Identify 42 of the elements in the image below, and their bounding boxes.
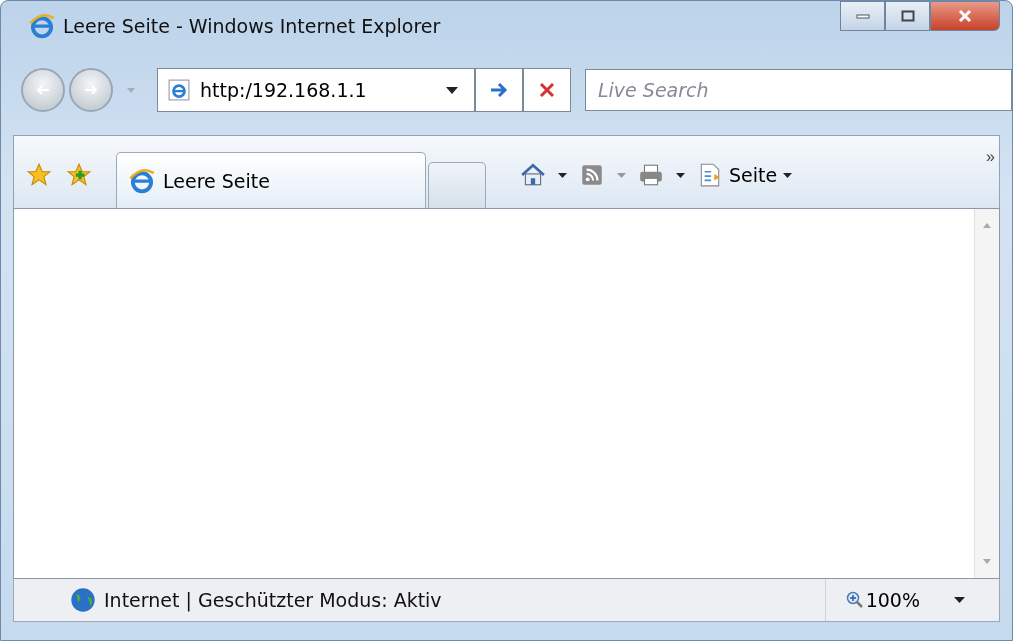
- security-zone-text: Internet | Geschützter Modus: Aktiv: [104, 589, 442, 611]
- zoom-caret-icon[interactable]: [954, 597, 965, 603]
- go-button[interactable]: [475, 68, 523, 112]
- home-icon[interactable]: [520, 162, 546, 188]
- back-button[interactable]: [21, 68, 65, 112]
- star-icon[interactable]: [26, 162, 52, 188]
- stop-icon: [539, 82, 555, 98]
- go-arrow-icon: [489, 82, 509, 98]
- page-icon: [168, 79, 190, 101]
- stop-button[interactable]: [523, 68, 571, 112]
- zoom-level-button[interactable]: 100%: [824, 579, 932, 621]
- print-caret-icon[interactable]: [676, 172, 685, 178]
- scrollbar[interactable]: [974, 209, 999, 578]
- dropdown-caret-icon: [446, 86, 458, 94]
- minimize-icon: [855, 13, 870, 19]
- close-button[interactable]: [930, 1, 1000, 31]
- scroll-down-icon[interactable]: [983, 559, 991, 564]
- home-caret-icon[interactable]: [558, 172, 567, 178]
- browser-tab[interactable]: Leere Seite: [116, 152, 426, 208]
- maximize-button[interactable]: [885, 1, 930, 31]
- forward-button[interactable]: [69, 68, 113, 112]
- magnifier-icon: [845, 591, 864, 609]
- address-field[interactable]: http:/192.168.1.1: [157, 68, 475, 112]
- forward-arrow-icon: [83, 84, 99, 96]
- scroll-up-icon[interactable]: [983, 223, 991, 228]
- new-tab-button[interactable]: [428, 162, 486, 208]
- window-title: Leere Seite - Windows Internet Explorer: [63, 15, 441, 37]
- feed-caret-icon[interactable]: [617, 172, 626, 178]
- more-tools-button[interactable]: »: [982, 148, 999, 166]
- maximize-icon: [900, 10, 915, 22]
- feed-icon[interactable]: [579, 162, 605, 188]
- close-icon: [957, 9, 973, 23]
- add-star-icon[interactable]: [66, 162, 92, 188]
- browser-logo-icon: [129, 167, 155, 194]
- globe-icon: [70, 587, 96, 613]
- back-arrow-icon: [35, 84, 51, 96]
- dropdown-caret-icon: [783, 172, 793, 178]
- search-field[interactable]: Live Search: [585, 69, 1012, 111]
- page-menu-button[interactable]: Seite: [697, 162, 793, 188]
- browser-logo-icon: [29, 13, 55, 39]
- printer-icon[interactable]: [638, 162, 664, 188]
- history-caret-icon: [127, 87, 135, 93]
